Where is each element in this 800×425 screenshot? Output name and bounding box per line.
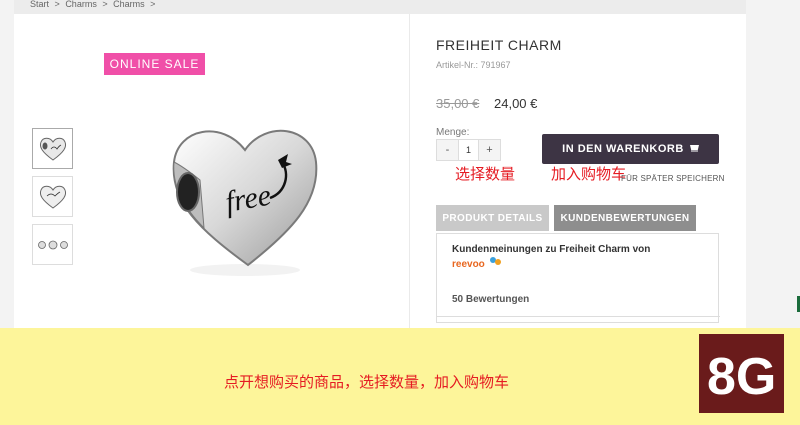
reevoo-dots-icon <box>490 257 501 265</box>
heart-charm-side-icon <box>39 185 66 209</box>
save-for-later-link[interactable]: FÜR SPÄTER SPEICHERN <box>621 174 725 183</box>
add-to-cart-button[interactable]: IN DEN WARENKORB <box>542 134 719 164</box>
sku-value: 791967 <box>480 60 511 70</box>
thumbnail-2[interactable] <box>32 176 73 217</box>
reviews-count[interactable]: 50 Bewertungen <box>452 294 529 305</box>
annotation-add-to-cart: 加入购物车 <box>551 166 627 183</box>
tab-customer-reviews[interactable]: KUNDENBEWERTUNGEN <box>554 205 696 231</box>
quantity-input[interactable]: 1 <box>458 140 479 160</box>
three-charms-icon <box>37 240 68 249</box>
reviews-heading: Kundenmeinungen zu Freiheit Charm von <box>452 244 651 255</box>
annotation-select-quantity: 选择数量 <box>455 166 516 183</box>
thumbnail-1[interactable] <box>32 128 73 169</box>
heart-charm-front-icon <box>39 137 66 161</box>
logo-text: 8G <box>707 348 776 402</box>
old-price: 35,00 € <box>436 96 480 111</box>
instruction-text: 点开想购买的商品，选择数量，加入购物车 <box>224 374 510 391</box>
thumbnail-3[interactable] <box>32 224 73 265</box>
breadcrumb-charms-link[interactable]: Charms <box>65 0 97 9</box>
add-to-cart-label: IN DEN WARENKORB <box>562 143 684 155</box>
online-sale-badge: ONLINE SALE <box>104 53 205 75</box>
breadcrumb-start-link[interactable]: Start <box>30 0 49 9</box>
quantity-stepper: - 1 + <box>436 139 501 161</box>
sku-label: Artikel-Nr.: <box>436 60 479 70</box>
product-sku: Artikel-Nr.: 791967 <box>436 60 511 70</box>
brand-logo: 8G <box>699 334 784 413</box>
product-title: FREIHEIT CHARM <box>436 37 562 53</box>
sale-price: 24,00 € <box>494 96 538 111</box>
breadcrumb: Start > Charms > Charms > <box>14 0 746 14</box>
cart-icon <box>689 144 699 155</box>
heart-charm-image: free <box>172 129 318 276</box>
reevoo-logo: reevoo <box>452 259 485 270</box>
breadcrumb-separator: > <box>54 0 60 9</box>
reviews-panel: Kundenmeinungen zu Freiheit Charm von re… <box>436 233 720 323</box>
breadcrumb-separator: > <box>150 0 156 9</box>
quantity-label: Menge: <box>436 127 470 138</box>
column-divider <box>409 14 410 328</box>
tab-product-details[interactable]: PRODUKT DETAILS <box>436 205 549 231</box>
reviews-divider <box>437 316 720 317</box>
breadcrumb-separator: > <box>102 0 108 9</box>
breadcrumb-charms-link[interactable]: Charms <box>113 0 145 9</box>
8g-logo-icon: 8G <box>707 348 776 402</box>
quantity-decrease-button[interactable]: - <box>437 140 458 160</box>
quantity-increase-button[interactable]: + <box>479 140 500 160</box>
